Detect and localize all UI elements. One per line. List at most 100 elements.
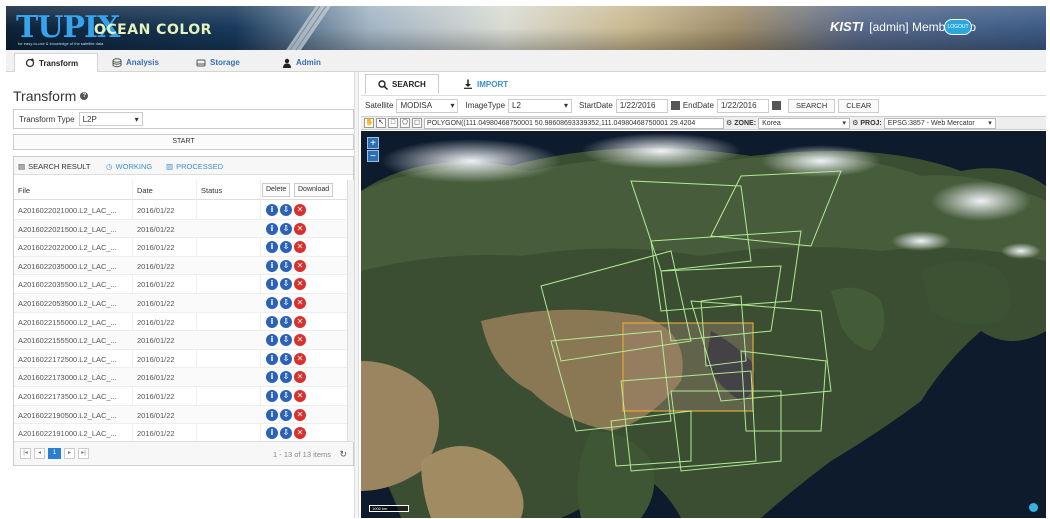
tab-search[interactable]: SEARCH	[365, 74, 439, 94]
calendar-icon[interactable]	[670, 101, 680, 110]
info-icon[interactable]: i	[266, 259, 278, 272]
download-icon[interactable]: ⇩	[280, 241, 292, 254]
tab-storage[interactable]: Storage	[186, 53, 250, 72]
refresh-icon[interactable]: ↻	[339, 449, 347, 460]
delete-icon[interactable]: ✕	[294, 352, 306, 365]
delete-icon[interactable]: ✕	[294, 296, 306, 309]
tab-transform[interactable]: Transform	[14, 53, 98, 72]
transform-type-select[interactable]: L2P ▾	[78, 112, 143, 126]
table-row[interactable]: A2016022191000.L2_LAC_... 2016/01/22 i ⇩ ✕	[14, 424, 347, 443]
polygon-input[interactable]: POLYGON((111.04980468750001 50.986086933…	[424, 117, 724, 129]
download-icon[interactable]: ⇩	[280, 334, 292, 347]
delete-icon[interactable]: ✕	[294, 241, 306, 254]
satellite-map[interactable]: + − 1000 km	[361, 131, 1046, 518]
tab-import[interactable]: IMPORT	[451, 74, 520, 94]
delete-icon[interactable]: ✕	[294, 204, 306, 216]
download-icon[interactable]: ⇩	[280, 315, 292, 328]
grid-scrollbar[interactable]	[347, 180, 354, 442]
download-icon[interactable]: ⇩	[280, 352, 292, 365]
imagetype-select[interactable]: L2 ▾	[508, 98, 573, 113]
download-icon[interactable]: ⇩	[280, 389, 292, 402]
delete-icon[interactable]: ✕	[294, 334, 306, 347]
enddate-input[interactable]: 1/22/2016	[716, 98, 769, 113]
satellite-select[interactable]: MODISA ▾	[396, 98, 459, 113]
table-row[interactable]: A2016022155500.L2_LAC_... 2016/01/22 i ⇩ ✕	[14, 331, 347, 350]
delete-icon[interactable]: ✕	[294, 278, 306, 291]
calendar-icon[interactable]	[771, 101, 781, 110]
column-file[interactable]: File	[18, 186, 30, 195]
info-icon[interactable]: i	[266, 278, 278, 291]
table-row[interactable]: A2016022053500.L2_LAC_... 2016/01/22 i ⇩ ✕	[14, 293, 347, 313]
info-icon[interactable]: i	[266, 427, 278, 440]
polygon-icon[interactable]: ⬠	[400, 118, 410, 128]
delete-icon[interactable]: ✕	[294, 371, 306, 384]
info-icon[interactable]: i	[266, 204, 278, 216]
table-row[interactable]: A2016022173000.L2_LAC_... 2016/01/22 i ⇩ ✕	[14, 368, 347, 387]
download-icon[interactable]: ⇩	[280, 259, 292, 272]
pointer-icon[interactable]: ↖	[376, 118, 386, 128]
delete-icon[interactable]: ✕	[294, 315, 306, 328]
info-icon[interactable]: i	[266, 352, 278, 365]
info-icon[interactable]: i	[266, 408, 278, 421]
download-icon[interactable]: ⇩	[280, 371, 292, 384]
table-row[interactable]: A2016022021000.L2_LAC_... 2016/01/22 i ⇩ ✕	[14, 201, 347, 220]
gear-icon[interactable]: ⚙	[726, 119, 732, 127]
tab-analysis[interactable]: Analysis	[102, 53, 169, 72]
delete-icon[interactable]: ✕	[294, 389, 306, 402]
download-icon[interactable]: ⇩	[280, 204, 292, 216]
map-canvas[interactable]	[361, 131, 1046, 518]
info-icon[interactable]: i	[266, 371, 278, 384]
download-icon[interactable]: ⇩	[280, 408, 292, 421]
rectangle-icon[interactable]: □	[388, 118, 398, 128]
info-icon[interactable]: i	[266, 334, 278, 347]
info-icon[interactable]: i	[266, 389, 278, 402]
zoom-in-button[interactable]: +	[367, 137, 379, 149]
startdate-input[interactable]: 1/22/2016	[615, 98, 668, 113]
grid-tab-search-result[interactable]: ▤ SEARCH RESULT	[18, 162, 90, 171]
download-icon[interactable]: ⇩	[280, 427, 292, 440]
info-icon[interactable]: i	[266, 222, 278, 235]
clear-shape-icon[interactable]: ◻	[412, 118, 422, 128]
help-icon[interactable]: ?	[80, 92, 89, 100]
table-row[interactable]: A2016022022000.L2_LAC_... 2016/01/22 i ⇩ ✕	[14, 238, 347, 257]
download-icon[interactable]: ⇩	[280, 222, 292, 235]
attribution-icon[interactable]	[1029, 503, 1038, 512]
last-page-button[interactable]: ▸|	[78, 448, 89, 459]
download-all-button[interactable]: Download	[294, 183, 334, 197]
table-row[interactable]: A2016022035500.L2_LAC_... 2016/01/22 i ⇩ ✕	[14, 275, 347, 294]
projection-select[interactable]: EPSG:3857 - Web Mercator ▾	[883, 117, 996, 129]
clear-button[interactable]: CLEAR	[838, 98, 880, 113]
hand-icon[interactable]: ✋	[364, 118, 374, 128]
zone-select[interactable]: Korea ▾	[758, 117, 851, 129]
delete-icon[interactable]: ✕	[294, 408, 306, 421]
tab-admin[interactable]: Admin	[272, 53, 331, 72]
page-number-button[interactable]: 1	[48, 448, 61, 459]
gear-icon[interactable]: ⚙	[852, 119, 858, 127]
first-page-button[interactable]: |◂	[20, 448, 31, 459]
table-row[interactable]: A2016022172500.L2_LAC_... 2016/01/22 i ⇩ ✕	[14, 350, 347, 369]
search-button[interactable]: SEARCH	[787, 98, 836, 113]
next-page-button[interactable]: ▸	[64, 448, 75, 459]
table-row[interactable]: A2016022035000.L2_LAC_... 2016/01/22 i ⇩ ✕	[14, 256, 347, 276]
panel-splitter[interactable]	[354, 72, 359, 518]
zoom-out-button[interactable]: −	[367, 150, 379, 162]
info-icon[interactable]: i	[266, 315, 278, 328]
delete-all-button[interactable]: Delete	[262, 183, 291, 197]
table-row[interactable]: A2016022190500.L2_LAC_... 2016/01/22 i ⇩ ✕	[14, 405, 347, 425]
column-date[interactable]: Date	[137, 186, 153, 195]
grid-tab-processed[interactable]: ▥ PROCESSED	[166, 162, 223, 171]
table-row[interactable]: A2016022173500.L2_LAC_... 2016/01/22 i ⇩ ✕	[14, 387, 347, 406]
info-icon[interactable]: i	[266, 241, 278, 254]
delete-icon[interactable]: ✕	[294, 222, 306, 235]
column-status[interactable]: Status	[201, 186, 222, 195]
table-row[interactable]: A2016022021500.L2_LAC_... 2016/01/22 i ⇩ ✕	[14, 219, 347, 239]
download-icon[interactable]: ⇩	[280, 278, 292, 291]
start-button[interactable]: START	[13, 134, 354, 150]
prev-page-button[interactable]: ◂	[34, 448, 45, 459]
delete-icon[interactable]: ✕	[294, 427, 306, 440]
download-icon[interactable]: ⇩	[280, 296, 292, 309]
info-icon[interactable]: i	[266, 296, 278, 309]
table-row[interactable]: A2016022155000.L2_LAC_... 2016/01/22 i ⇩ ✕	[14, 313, 347, 332]
delete-icon[interactable]: ✕	[294, 259, 306, 272]
grid-tab-working[interactable]: ◷ WORKING	[106, 162, 152, 171]
